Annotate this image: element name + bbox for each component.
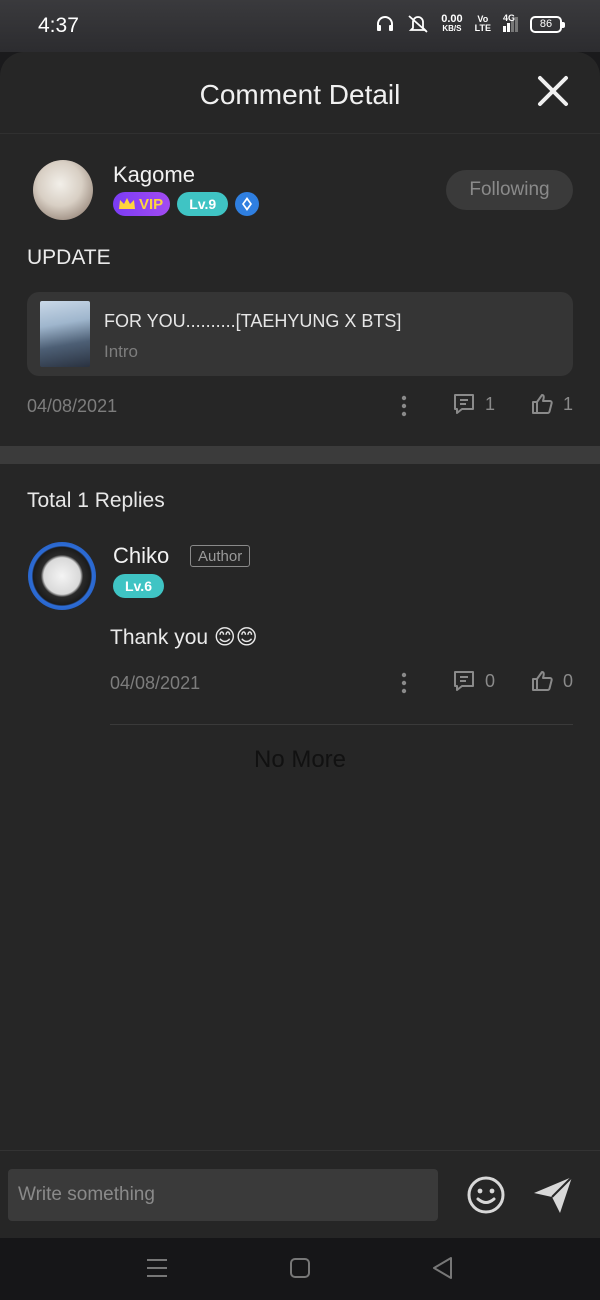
reply-reply-action[interactable]: 0: [452, 669, 495, 693]
comment-meta-row: 04/08/2021 1 1: [27, 392, 573, 422]
comment-detail-sheet: Comment Detail Kagome VIP Lv.9 Following…: [0, 52, 600, 1238]
volte-bottom: LTE: [474, 23, 491, 33]
like-action[interactable]: 1: [530, 392, 573, 416]
send-icon[interactable]: [532, 1175, 574, 1215]
comment-input[interactable]: [8, 1169, 438, 1221]
net-speed-unit: KB/S: [442, 24, 462, 33]
reply-action[interactable]: 1: [452, 392, 495, 416]
net-speed: 0.00 KB/S: [441, 14, 462, 34]
reply-username[interactable]: Chiko: [113, 543, 169, 569]
reply-avatar[interactable]: [28, 542, 96, 610]
crown-icon: [119, 198, 135, 209]
headphones-icon: [377, 16, 394, 31]
book-subtitle: Intro: [104, 342, 139, 361]
gem-icon: [235, 192, 260, 216]
author-tag: Author: [190, 545, 251, 567]
book-title: FOR YOU..........[TAEHYUNG X BTS]: [104, 311, 402, 331]
no-more-label: No More: [253, 746, 347, 773]
reply-reply-count: 0: [485, 670, 496, 691]
level-badge: Lv.9: [177, 192, 229, 216]
sheet-header: Comment Detail: [0, 52, 600, 134]
book-card[interactable]: FOR YOU..........[TAEHYUNG X BTS] Intro: [27, 292, 573, 376]
more-options-icon[interactable]: [394, 394, 414, 418]
emoji-icon[interactable]: [466, 1175, 506, 1215]
comment-text: UPDATE: [27, 246, 111, 269]
home-icon[interactable]: [286, 1254, 314, 1282]
book-cover: [40, 301, 90, 367]
system-nav-bar: [0, 1238, 600, 1300]
comment-icon: [454, 671, 474, 691]
thumbs-up-icon: [532, 394, 553, 414]
reply-badges: Lv.6: [113, 574, 164, 598]
status-bar: 4:37 0.00 KB/S Vo LTE 4G 86: [0, 0, 600, 52]
comment-date: 04/08/2021: [27, 396, 118, 416]
mute-icon: [408, 15, 428, 33]
signal-icon: 4G: [503, 13, 518, 32]
reply-count: 1: [485, 393, 496, 414]
comment-input-bar: [0, 1150, 600, 1238]
close-icon[interactable]: [536, 74, 570, 108]
vip-label: VIP: [139, 195, 164, 213]
reply-text: Thank you 😊😊: [110, 626, 258, 649]
status-time: 4:37: [38, 14, 79, 37]
net-speed-value: 0.00: [441, 13, 463, 25]
avatar[interactable]: [33, 160, 93, 220]
menu-icon[interactable]: [143, 1254, 171, 1282]
reply-level-badge: Lv.6: [113, 574, 164, 598]
following-button[interactable]: Following: [446, 170, 573, 210]
status-icons: 0.00 KB/S Vo LTE 4G 86: [375, 13, 565, 34]
volte-indicator: Vo LTE: [475, 15, 491, 33]
battery-icon: 86: [530, 15, 565, 33]
replies-title: Total 1 Replies: [27, 489, 165, 512]
back-icon[interactable]: [429, 1254, 457, 1282]
vip-badge: VIP: [113, 192, 171, 216]
comment-username[interactable]: Kagome: [113, 162, 195, 188]
reply-like-action[interactable]: 0: [530, 669, 573, 693]
reply-meta-row: 04/08/2021 0 0: [110, 669, 573, 699]
user-badges: VIP Lv.9: [113, 192, 260, 216]
more-options-icon[interactable]: [394, 671, 414, 695]
page-title: Comment Detail: [199, 79, 401, 110]
like-count: 1: [563, 393, 574, 414]
reply-like-count: 0: [563, 670, 574, 691]
thumbs-up-icon: [532, 671, 553, 691]
divider: [110, 724, 573, 725]
comment-icon: [454, 394, 474, 414]
section-divider: [0, 446, 600, 464]
reply-date: 04/08/2021: [110, 673, 201, 693]
network-type: 4G: [503, 12, 516, 23]
